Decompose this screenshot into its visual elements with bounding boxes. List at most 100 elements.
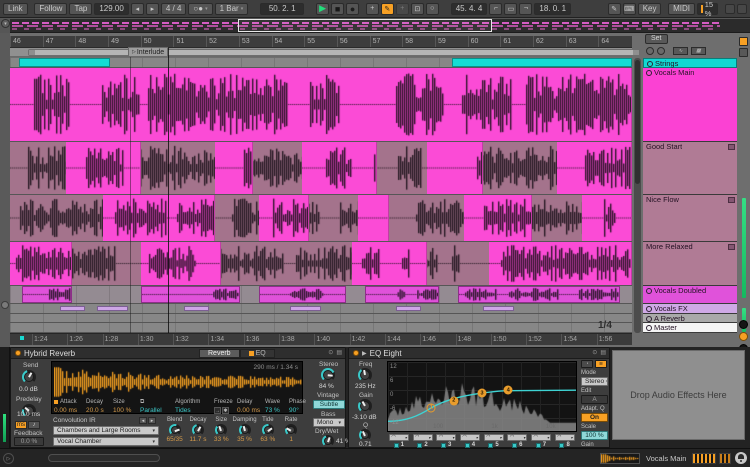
wave-param[interactable]: Wave 73 % xyxy=(265,399,289,414)
loop-start-field[interactable]: 45. 4. 4 xyxy=(451,3,488,15)
midi-map-button[interactable]: MIDI xyxy=(668,3,695,15)
track-header-master[interactable]: Master xyxy=(643,323,737,333)
key-map-button[interactable]: Key xyxy=(638,3,662,15)
freq-knob[interactable] xyxy=(358,368,372,382)
preview-volume-knob[interactable] xyxy=(739,320,748,329)
nudge-up-button[interactable]: ▸ xyxy=(146,3,159,15)
filter-type-select[interactable]: ◠▾ xyxy=(436,434,456,441)
save-preset-icon[interactable]: ▤ xyxy=(336,349,342,356)
play-button[interactable]: ▶ xyxy=(316,3,329,15)
loop-end-handle[interactable] xyxy=(633,50,639,55)
knob-dial[interactable] xyxy=(169,424,181,436)
reverb-knob[interactable]: Rate 1 xyxy=(279,417,302,444)
set-locator-button[interactable]: Set xyxy=(645,34,668,44)
knob-dial[interactable] xyxy=(239,424,251,436)
knob-value[interactable]: 63 % xyxy=(260,436,275,444)
freq-value[interactable]: 235 Hz xyxy=(355,383,376,390)
stereo-knob[interactable] xyxy=(321,368,335,382)
band-enable-checkbox[interactable] xyxy=(394,443,399,448)
freeze-in-icon[interactable]: → xyxy=(214,407,221,414)
knob-dial[interactable] xyxy=(285,424,297,436)
tap-tempo-button[interactable]: Tap xyxy=(69,3,92,15)
info-view-toggle[interactable]: ▷ xyxy=(3,453,14,464)
audio-clip[interactable] xyxy=(427,142,483,194)
edit-ab-button[interactable]: A xyxy=(581,395,608,404)
loop-length-field[interactable]: 18. 0. 1 xyxy=(534,3,571,15)
band-enable-checkbox[interactable] xyxy=(441,443,446,448)
device-chain-scrollbar[interactable] xyxy=(48,454,160,462)
audio-clip[interactable] xyxy=(141,242,222,285)
stereo-value[interactable]: 84 % xyxy=(319,383,334,390)
filter-type-select[interactable]: ◠▾ xyxy=(413,434,433,441)
knob-dial[interactable] xyxy=(192,424,204,436)
decay-param[interactable]: Decay 20.0 s xyxy=(86,399,113,414)
filter-type-select[interactable]: ◠▾ xyxy=(555,434,575,441)
audio-clip[interactable] xyxy=(22,286,72,303)
eq-band-cell[interactable]: ◠▾ 4 xyxy=(458,434,482,448)
ir-next-button[interactable]: ▸ xyxy=(148,417,156,424)
loop-gutter-icon[interactable] xyxy=(1,301,9,309)
knob-value[interactable]: 11.7 s xyxy=(189,436,206,444)
phase-param[interactable]: Phase 90° xyxy=(289,399,312,414)
track-circle-icon[interactable] xyxy=(647,61,653,67)
drop-audio-effects-zone[interactable]: Drop Audio Effects Here xyxy=(612,350,745,440)
io-folder-button[interactable]: ▦ xyxy=(691,47,706,55)
cpu-meter[interactable]: 15 % xyxy=(697,3,718,15)
punch-out-button[interactable]: ¬ xyxy=(519,3,532,15)
audio-clip[interactable] xyxy=(358,195,389,241)
track-circle-icon[interactable] xyxy=(646,306,652,312)
ir-prev-button[interactable]: ◂ xyxy=(139,417,147,424)
sync-note-toggle[interactable]: ♪ xyxy=(28,421,40,429)
metronome-button[interactable]: ○● xyxy=(188,3,212,15)
notification-bell-icon[interactable] xyxy=(735,452,747,464)
arrangement-overview[interactable] xyxy=(10,19,750,33)
band-enable-checkbox[interactable] xyxy=(536,443,541,448)
delay-param[interactable]: Delay 0.00 ms xyxy=(237,399,265,414)
reverb-knob[interactable]: Tide 63 % xyxy=(256,417,279,444)
filter-type-select[interactable]: ◠▾ xyxy=(460,434,480,441)
freeze-flat-icon[interactable]: ✱ xyxy=(222,407,229,414)
track-circle-icon[interactable] xyxy=(646,316,652,322)
vertical-scrollbar[interactable] xyxy=(634,58,641,333)
reverb-knob[interactable]: Size 33 % xyxy=(210,417,233,444)
scale-value[interactable]: 100 % xyxy=(581,431,608,440)
audio-clip[interactable] xyxy=(582,195,632,241)
eq-band-node-2[interactable]: 2 xyxy=(449,396,458,405)
overdub-button[interactable]: + xyxy=(366,3,379,15)
audio-clip[interactable] xyxy=(10,242,72,285)
audio-clip[interactable] xyxy=(396,306,421,311)
audio-clip[interactable] xyxy=(259,286,346,303)
track-circle-icon[interactable] xyxy=(646,70,652,76)
filter-type-select[interactable]: ◠▾ xyxy=(507,434,527,441)
audio-clip[interactable] xyxy=(290,306,321,311)
bass-mono-select[interactable]: Mono xyxy=(313,418,345,427)
band-enable-checkbox[interactable] xyxy=(465,443,470,448)
eq-band-node-3[interactable]: 3 xyxy=(478,389,487,398)
audio-clip[interactable] xyxy=(464,195,532,241)
hot-swap-icon[interactable]: ⊙ xyxy=(592,349,597,356)
track-lane-master[interactable] xyxy=(10,323,632,333)
overview-viewport-outline[interactable] xyxy=(238,19,492,32)
track-header-strings[interactable]: Strings xyxy=(643,58,737,68)
reenable-automation-button[interactable]: + xyxy=(396,3,409,15)
ir-category-select[interactable]: Chambers and Large Rooms xyxy=(53,426,159,435)
predelay-value[interactable]: 10.0 ms xyxy=(17,411,40,418)
link-button[interactable]: Link xyxy=(3,3,28,15)
track-lane-a-reverb[interactable] xyxy=(10,314,632,323)
filter-type-select[interactable]: ◠▾ xyxy=(531,434,551,441)
ir-file-select[interactable]: Vocal Chamber xyxy=(53,437,159,446)
audio-clip[interactable] xyxy=(19,58,109,67)
audio-clip[interactable] xyxy=(365,286,440,303)
knob-value[interactable]: 33 % xyxy=(214,436,229,444)
next-locator-button[interactable] xyxy=(657,47,665,55)
tempo-field[interactable]: 129.00 xyxy=(94,3,128,15)
computer-midi-keyboard-button[interactable]: ⌨ xyxy=(623,3,636,15)
take-lane-fold-icon[interactable] xyxy=(728,144,735,150)
beat-time-ruler[interactable]: 46474849505152535455565758596061626364 xyxy=(10,36,632,48)
audio-clip[interactable] xyxy=(97,306,128,311)
track-lane-strings[interactable] xyxy=(10,58,632,68)
track-header-nice-flow[interactable]: Nice Flow xyxy=(643,195,737,242)
band-enable-checkbox[interactable] xyxy=(488,443,493,448)
track-lane-vocals-fx[interactable] xyxy=(10,304,632,314)
audio-clip[interactable] xyxy=(141,286,241,303)
